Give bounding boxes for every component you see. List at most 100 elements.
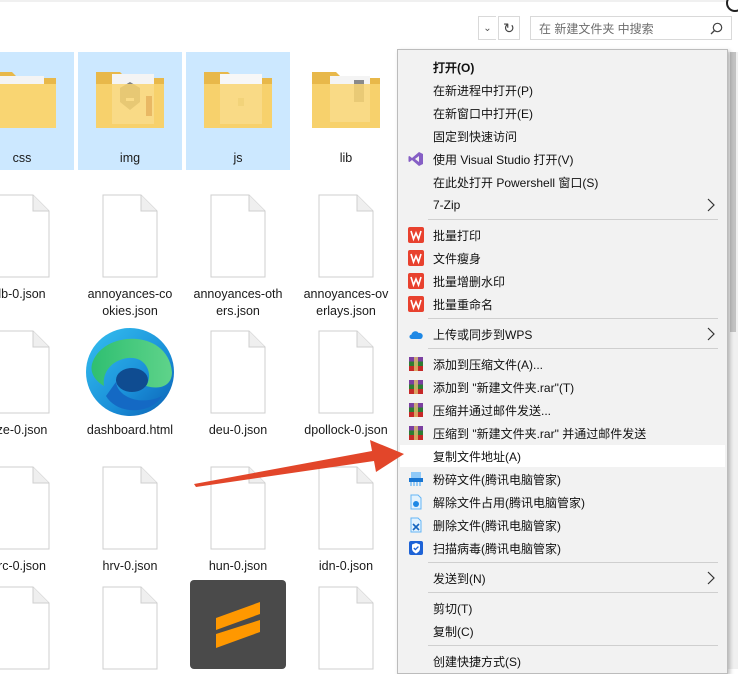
menu-item-upload-wps[interactable]: 上传或同步到WPS (400, 323, 725, 345)
menu-item-cut[interactable]: 剪切(T) (400, 597, 725, 619)
menu-item-label: 在新窗口中打开(E) (433, 106, 533, 121)
file-label: rc-0.json (0, 559, 46, 573)
edge-browser-icon (78, 326, 182, 418)
file-label: css (12, 151, 32, 165)
title-bar-edge (0, 0, 738, 2)
menu-item-add-archive[interactable]: 添加到压缩文件(A)... (400, 353, 725, 375)
sublime-text-icon[interactable] (190, 580, 286, 669)
file-item[interactable]: annoyances-ov erlays.json (294, 190, 398, 320)
file-item[interactable]: rc-0.json (0, 462, 74, 582)
menu-item-pin-quick-access[interactable]: 固定到快速访问 (400, 125, 725, 147)
menu-item-compress-rar-email[interactable]: 压缩到 "新建文件夹.rar" 并通过邮件发送 (400, 422, 725, 444)
context-menu: 打开(O) 在新进程中打开(P) 在新窗口中打开(E) 固定到快速访问 使用 V… (397, 49, 728, 674)
menu-separator (428, 562, 718, 563)
document-icon (294, 582, 398, 674)
file-item[interactable]: ze-0.json (0, 326, 74, 446)
menu-item-batch-rename[interactable]: 批量重命名 (400, 293, 725, 315)
file-item[interactable]: dashboard.html (78, 326, 182, 446)
menu-item-7zip[interactable]: 7-Zip (400, 194, 725, 216)
folder-item-lib[interactable]: lib (294, 52, 398, 170)
file-label: ers.json (216, 304, 260, 318)
file-item[interactable]: idn-0.json (294, 462, 398, 582)
chevron-right-icon (707, 198, 715, 212)
menu-item-delete-file[interactable]: 删除文件(腾讯电脑管家) (400, 514, 725, 536)
folder-item-css[interactable]: css (0, 52, 74, 170)
file-label: annoyances-oth (193, 287, 283, 301)
document-icon (78, 582, 182, 674)
file-item[interactable]: hrv-0.json (78, 462, 182, 582)
refresh-icon: ↻ (503, 19, 515, 36)
menu-item-batch-print[interactable]: 批量打印 (400, 224, 725, 246)
document-icon (0, 582, 74, 674)
menu-item-label: 文件瘦身 (433, 251, 482, 266)
file-item[interactable]: annoyances-oth ers.json (186, 190, 290, 320)
file-label: erlays.json (316, 304, 376, 318)
file-label: lb-0.json (0, 287, 46, 301)
shield-icon (408, 540, 424, 556)
menu-item-send-to[interactable]: 发送到(N) (400, 567, 725, 589)
file-label: hun-0.json (208, 559, 268, 573)
menu-item-label: 7-Zip (433, 198, 461, 212)
file-item[interactable] (0, 582, 74, 670)
menu-item-unlock-file[interactable]: 解除文件占用(腾讯电脑管家) (400, 491, 725, 513)
file-label: img (119, 151, 141, 165)
folder-item-img[interactable]: img (78, 52, 182, 170)
document-icon (186, 462, 290, 554)
file-item[interactable] (294, 582, 398, 670)
menu-item-open-new-window[interactable]: 在新窗口中打开(E) (400, 102, 725, 124)
file-item[interactable]: annoyances-co okies.json (78, 190, 182, 320)
file-label: idn-0.json (318, 559, 374, 573)
menu-item-label: 扫描病毒(腾讯电脑管家) (433, 541, 561, 556)
menu-item-compress-email[interactable]: 压缩并通过邮件发送... (400, 399, 725, 421)
menu-item-copy-file-path[interactable]: 复制文件地址(A) (400, 445, 725, 467)
document-icon (294, 190, 398, 282)
menu-item-label: 压缩并通过邮件发送... (433, 403, 552, 418)
folder-icon (78, 52, 182, 144)
menu-item-open-new-process[interactable]: 在新进程中打开(P) (400, 79, 725, 101)
menu-item-label: 删除文件(腾讯电脑管家) (433, 518, 561, 533)
file-item[interactable]: lb-0.json (0, 190, 74, 320)
menu-item-label: 粉碎文件(腾讯电脑管家) (433, 472, 561, 487)
chevron-right-icon (707, 327, 715, 341)
menu-separator (428, 219, 718, 220)
file-label: annoyances-ov (303, 287, 389, 301)
wps-icon (408, 296, 424, 312)
address-dropdown-button[interactable]: ⌄ (478, 16, 496, 40)
menu-item-shred-file[interactable]: 粉碎文件(腾讯电脑管家) (400, 468, 725, 490)
chevron-down-icon: ⌄ (483, 22, 492, 34)
file-label: dashboard.html (86, 423, 174, 437)
scrollbar-thumb[interactable] (730, 52, 736, 332)
menu-item-label: 批量增删水印 (433, 274, 506, 289)
menu-item-file-slim[interactable]: 文件瘦身 (400, 247, 725, 269)
folder-icon (0, 52, 74, 144)
document-icon (0, 326, 74, 418)
search-placeholder: 在 新建文件夹 中搜索 (539, 21, 654, 36)
menu-item-batch-watermark[interactable]: 批量增删水印 (400, 270, 725, 292)
file-item[interactable] (78, 582, 182, 670)
file-item[interactable]: hun-0.json (186, 462, 290, 582)
menu-item-label: 批量重命名 (433, 297, 494, 312)
file-label: annoyances-co (87, 287, 173, 301)
wps-icon (408, 227, 424, 243)
unlock-file-icon (408, 494, 424, 510)
folder-item-js[interactable]: js (186, 52, 290, 170)
menu-item-add-rar[interactable]: 添加到 "新建文件夹.rar"(T) (400, 376, 725, 398)
file-item[interactable]: deu-0.json (186, 326, 290, 446)
search-input[interactable]: 在 新建文件夹 中搜索 (530, 16, 732, 40)
menu-item-label: 上传或同步到WPS (433, 327, 533, 342)
vertical-scrollbar[interactable] (728, 52, 738, 669)
document-icon (78, 190, 182, 282)
menu-item-open-visual-studio[interactable]: 使用 Visual Studio 打开(V) (400, 148, 725, 170)
refresh-button[interactable]: ↻ (498, 16, 520, 40)
document-icon (186, 326, 290, 418)
address-toolbar: ⌄ ↻ 在 新建文件夹 中搜索 (0, 0, 738, 52)
menu-item-label: 添加到压缩文件(A)... (433, 357, 543, 372)
menu-item-open-powershell[interactable]: 在此处打开 Powershell 窗口(S) (400, 171, 725, 193)
menu-item-copy[interactable]: 复制(C) (400, 620, 725, 642)
menu-item-scan-virus[interactable]: 扫描病毒(腾讯电脑管家) (400, 537, 725, 559)
wps-icon (408, 273, 424, 289)
document-icon (78, 462, 182, 554)
file-item[interactable]: dpollock-0.json (294, 326, 398, 446)
menu-item-open[interactable]: 打开(O) (400, 56, 725, 78)
menu-separator (428, 592, 718, 593)
